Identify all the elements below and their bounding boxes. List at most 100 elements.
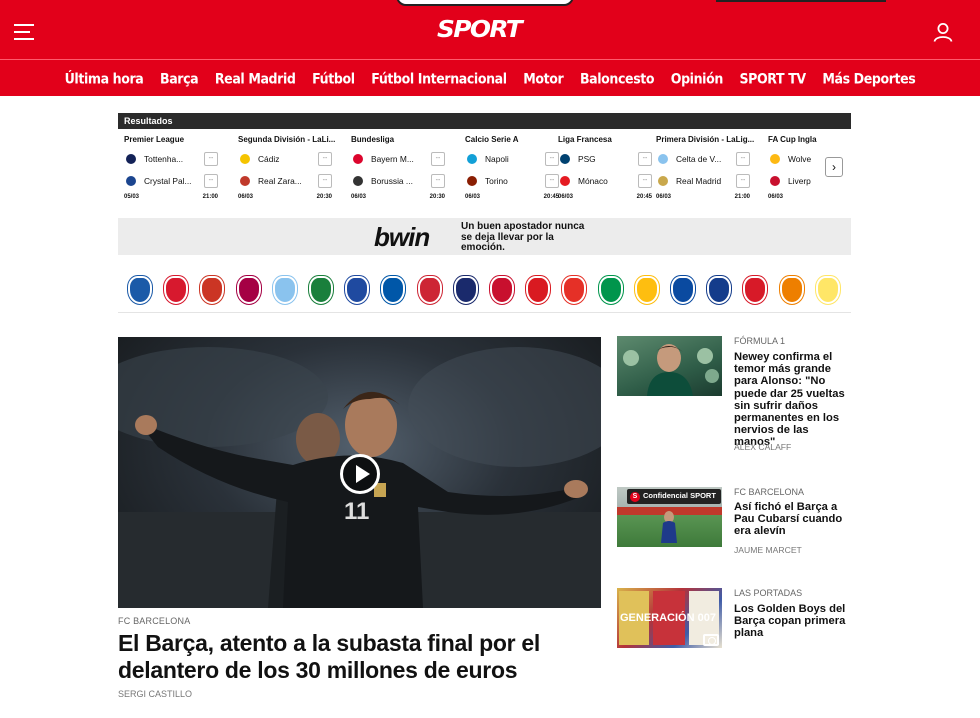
side-story-image-3[interactable]: GENERACIÓN 007 (617, 588, 722, 648)
club-crest-icon[interactable] (272, 276, 297, 304)
ad-text: Un buen apostador nunca se deja llevar p… (461, 221, 585, 253)
match-home-team: Wolve (768, 149, 828, 169)
main-story-title[interactable]: El Barça, atento a la subasta final por … (118, 630, 598, 684)
team-crest-icon (353, 176, 363, 186)
nav-baloncesto[interactable]: Baloncesto (580, 70, 655, 87)
club-crest-icon[interactable] (128, 276, 152, 304)
club-crest-icon[interactable] (779, 276, 804, 304)
score-box: -- (431, 174, 445, 188)
main-story-author[interactable]: SERGI CASTILLO (118, 689, 192, 699)
nav-motor[interactable]: Motor (523, 70, 563, 87)
team-crest-icon (467, 176, 477, 186)
match-home-team: Napoli -- (465, 149, 573, 169)
nav-real-madrid[interactable]: Real Madrid (215, 70, 296, 87)
score-box: -- (638, 152, 652, 166)
portada-headline: GENERACIÓN 007 (620, 611, 716, 624)
nav-barca[interactable]: Barça (160, 70, 199, 87)
nav-ultima-hora[interactable]: Última hora (65, 70, 144, 87)
club-crest-icon[interactable] (526, 276, 551, 304)
club-crest-icon[interactable] (200, 276, 225, 304)
match-date: 06/03 (768, 194, 784, 200)
match-time: 20:30 (429, 194, 445, 200)
match-home-team: Celta de V... -- (656, 149, 764, 169)
team-name: Torino (485, 176, 508, 186)
match-competition: Premier League (124, 135, 185, 144)
header-divider (716, 0, 886, 2)
side-story-kicker-3[interactable]: LAS PORTADAS (734, 588, 802, 598)
ad-banner[interactable]: bwin Un buen apostador nunca se deja lle… (118, 218, 851, 255)
nav-opinion[interactable]: Opinión (671, 70, 724, 87)
side-story-title-3[interactable]: Los Golden Boys del Barça copan primera … (734, 603, 848, 640)
match-footer: 06/03 20:30 (351, 194, 459, 200)
club-crest-icon[interactable] (707, 276, 732, 304)
club-crest-icon[interactable] (381, 276, 406, 304)
team-name: Bayern M... (371, 154, 414, 164)
camera-icon (703, 634, 719, 646)
club-crest-icon[interactable] (309, 276, 334, 304)
match-card[interactable]: FA Cup Ingla Wolve Liverp 06/03 (768, 135, 828, 213)
match-card[interactable]: Bundesliga Bayern M... -- Borussia ... -- 06/… (351, 135, 459, 213)
nav-futbol[interactable]: Fútbol (312, 70, 355, 87)
ad-brand: bwin (374, 222, 430, 252)
match-away-team: Borussia ... -- (351, 171, 459, 191)
nav-sport-tv[interactable]: SPORT TV (740, 70, 807, 87)
carousel-next-button[interactable]: › (825, 157, 843, 177)
team-name: Wolve (788, 154, 812, 164)
match-competition: Segunda División - LaLi... (238, 135, 336, 144)
team-crest-icon (658, 176, 668, 186)
nav-mas-deportes[interactable]: Más Deportes (822, 70, 915, 87)
search-pill[interactable] (396, 0, 574, 6)
match-competition: Calcio Serie A (465, 135, 519, 144)
match-home-team: Tottenha... -- (124, 149, 232, 169)
side-story-title-1[interactable]: Newey confirma el temor más grande para … (734, 351, 848, 449)
match-time: 21:00 (202, 194, 218, 200)
main-story-kicker[interactable]: FC BARCELONA (118, 616, 190, 626)
match-home-team: Cádiz -- (238, 149, 346, 169)
match-footer: 06/03 21:00 (656, 194, 764, 200)
main-story-image[interactable]: 11 (118, 337, 601, 608)
match-competition: Primera División - LaLig... (656, 135, 755, 144)
team-crest-icon (126, 176, 136, 186)
club-crest-icon[interactable] (562, 276, 587, 304)
club-crest-icon[interactable] (453, 276, 478, 304)
match-footer: 06/03 20:30 (238, 194, 346, 200)
side-story-title-2[interactable]: Así fichó el Barça a Pau Cubarsí cuando … (734, 501, 848, 538)
side-story-image-2[interactable]: S Confidencial SPORT (617, 487, 722, 547)
menu-icon[interactable] (14, 24, 36, 40)
club-crest-icon[interactable] (490, 276, 515, 304)
side-story-author-2[interactable]: JAUME MARCET (734, 545, 802, 555)
match-card[interactable]: Segunda División - LaLi... Cádiz -- Real Za… (238, 135, 346, 213)
club-crest-icon[interactable] (743, 276, 768, 304)
play-icon[interactable] (340, 454, 380, 494)
side-story-author-1[interactable]: ÀLEX CALAFF (734, 442, 791, 452)
score-box: -- (545, 152, 559, 166)
club-crest-icon[interactable] (345, 276, 370, 304)
score-box: -- (318, 174, 332, 188)
match-competition: Liga Francesa (558, 135, 612, 144)
match-time: 20:45 (636, 194, 652, 200)
match-card[interactable]: Liga Francesa PSG -- Mónaco -- 06/03 20:45 (558, 135, 666, 213)
nav-futbol-internacional[interactable]: Fútbol Internacional (371, 70, 507, 87)
team-name: PSG (578, 154, 596, 164)
main-nav: Última hora Barça Real Madrid Fútbol Fút… (0, 59, 980, 96)
club-crest-icon[interactable] (417, 276, 442, 304)
match-date: 05/03 (124, 194, 140, 200)
match-card[interactable]: Premier League Tottenha... -- Crystal Pal..… (124, 135, 232, 213)
match-card[interactable]: Calcio Serie A Napoli -- Torino -- 06/03 20:45 (465, 135, 573, 213)
site-logo[interactable]: SPORT (437, 17, 523, 43)
side-story-kicker-2[interactable]: FC BARCELONA (734, 487, 804, 497)
side-story-image-1[interactable] (617, 336, 722, 396)
club-crest-icon[interactable] (236, 276, 261, 304)
match-away-team: Liverp (768, 171, 828, 191)
match-card[interactable]: Primera División - LaLig... Celta de V...… (656, 135, 764, 213)
club-crest-icon[interactable] (815, 276, 840, 304)
user-icon[interactable] (933, 22, 953, 42)
team-crest-icon (126, 154, 136, 164)
side-story-kicker-1[interactable]: FÓRMULA 1 (734, 336, 785, 346)
club-crest-icon[interactable] (671, 276, 696, 304)
club-crest-icon[interactable] (634, 276, 659, 304)
match-competition: Bundesliga (351, 135, 395, 144)
club-crest-icon[interactable] (164, 276, 189, 304)
club-crest-icon[interactable] (598, 276, 623, 304)
team-name: Real Zara... (258, 176, 302, 186)
